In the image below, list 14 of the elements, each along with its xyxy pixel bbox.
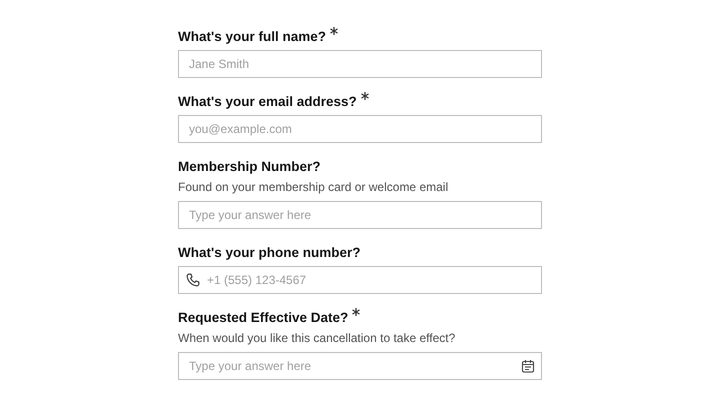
question-label: What's your phone number? bbox=[178, 244, 360, 262]
hint-text: Found on your membership card or welcome email bbox=[178, 179, 450, 195]
question-label: Requested Effective Date? bbox=[178, 309, 348, 327]
question-label: What's your email address? bbox=[178, 93, 357, 111]
input-field[interactable]: Type your answer here bbox=[178, 201, 542, 229]
question-label: Membership Number? bbox=[178, 158, 321, 176]
phone-field[interactable]: +1 (555) 123-4567 bbox=[178, 266, 542, 294]
input-field[interactable]: you@example.com bbox=[178, 115, 542, 143]
calendar-icon[interactable] bbox=[521, 359, 535, 373]
hint-text: When would you like this cancellation to take effect? bbox=[178, 330, 456, 346]
question-label: What's your full name? bbox=[178, 28, 326, 46]
input-field[interactable]: Jane Smith bbox=[178, 50, 542, 78]
phone-icon bbox=[186, 273, 200, 287]
date-field[interactable]: Type your answer here bbox=[178, 352, 542, 380]
